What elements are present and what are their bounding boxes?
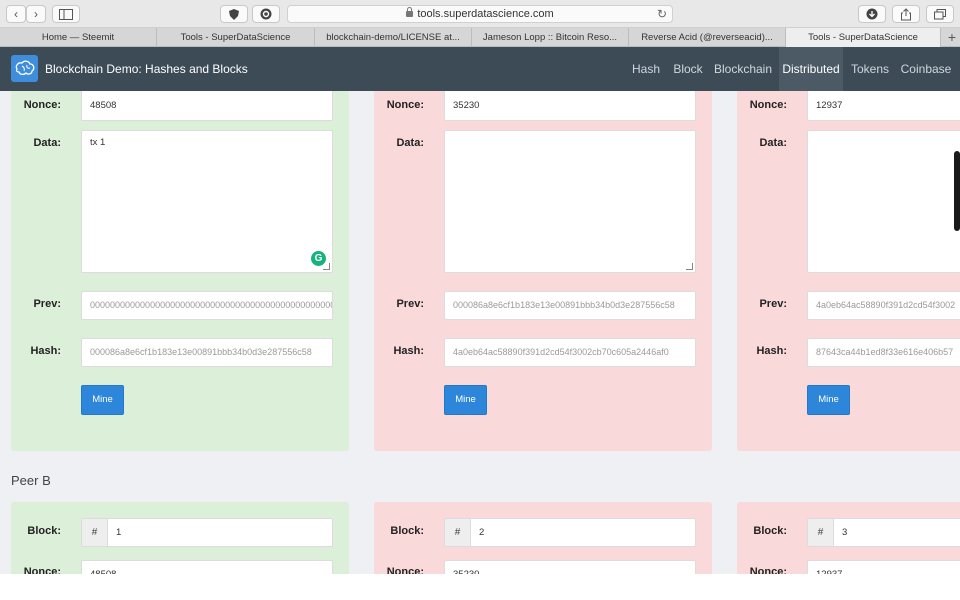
block-number-input[interactable]: 2 — [470, 518, 696, 547]
prev-label: Prev: — [33, 298, 61, 310]
lock-icon — [406, 7, 414, 17]
main-content: Nonce: 48508 Data: tx 1 G Prev: 00000000… — [0, 91, 960, 574]
reload-icon[interactable]: ↻ — [657, 6, 667, 22]
browser-tab-strip: Home — Steemit Tools - SuperDataScience … — [0, 28, 960, 47]
data-label: Data: — [396, 137, 424, 149]
data-text: tx 1 — [90, 137, 106, 148]
hash-sign-addon: # — [81, 518, 107, 547]
nonce-label: Nonce: — [749, 99, 787, 111]
tabs-icon — [934, 9, 946, 20]
block-card-peer-a-1: Nonce: 48508 Data: tx 1 G Prev: 00000000… — [11, 91, 349, 451]
nonce-input[interactable]: 48508 — [81, 91, 333, 121]
brain-logo-icon[interactable] — [11, 55, 38, 82]
nonce-label: Nonce: — [386, 566, 424, 574]
data-textarea[interactable] — [807, 130, 960, 273]
chevron-left-icon: ‹ — [14, 7, 18, 21]
page-title[interactable]: Blockchain Demo: Hashes and Blocks — [45, 47, 248, 91]
browser-tab[interactable]: Reverse Acid (@reverseacid)... — [629, 28, 786, 47]
mine-button[interactable]: Mine — [807, 385, 850, 415]
prev-hash-input[interactable]: 000086a8e6cf1b183e13e00891bbb34b0d3e2875… — [444, 291, 696, 320]
app-navbar: Blockchain Demo: Hashes and Blocks Hash … — [0, 47, 960, 91]
download-icon — [866, 8, 878, 20]
prev-label: Prev: — [396, 298, 424, 310]
nonce-input[interactable]: 12937 — [807, 560, 960, 574]
hash-sign-addon: # — [807, 518, 833, 547]
data-textarea[interactable] — [444, 130, 696, 273]
grammarly-icon — [260, 8, 272, 20]
grammarly-extension-button[interactable] — [252, 5, 280, 23]
resize-handle-icon[interactable] — [686, 263, 693, 270]
url-text: tools.superdatascience.com — [417, 8, 554, 20]
block-label: Block: — [27, 525, 61, 537]
nonce-input[interactable]: 35230 — [444, 560, 696, 574]
hash-label: Hash: — [756, 345, 787, 357]
share-button[interactable] — [892, 5, 920, 23]
nonce-label: Nonce: — [749, 566, 787, 574]
hash-output: 87643ca44b1ed8f33e616e406b57 — [807, 338, 960, 367]
browser-tab[interactable]: blockchain-demo/LICENSE at... — [315, 28, 472, 47]
browser-tab-active[interactable]: Tools - SuperDataScience — [786, 28, 941, 47]
block-number-input[interactable]: 3 — [833, 518, 960, 547]
nav-item-hash[interactable]: Hash — [626, 47, 666, 91]
prev-hash-input[interactable]: 4a0eb64ac58890f391d2cd54f3002 — [807, 291, 960, 320]
mine-button[interactable]: Mine — [444, 385, 487, 415]
browser-tab[interactable]: Home — Steemit — [0, 28, 157, 47]
data-textarea[interactable]: tx 1 G — [81, 130, 333, 273]
downloads-button[interactable] — [858, 5, 886, 23]
nonce-label: Nonce: — [23, 99, 61, 111]
nonce-input[interactable]: 12937 — [807, 91, 960, 121]
forward-button[interactable]: › — [26, 5, 46, 23]
block-label: Block: — [390, 525, 424, 537]
chevron-right-icon: › — [34, 7, 38, 21]
hash-output: 4a0eb64ac58890f391d2cd54f3002cb70c605a24… — [444, 338, 696, 367]
data-label: Data: — [33, 137, 61, 149]
hash-label: Hash: — [30, 345, 61, 357]
address-bar[interactable]: tools.superdatascience.com ↻ — [287, 5, 673, 23]
sidebar-icon — [59, 9, 73, 20]
nav-item-block[interactable]: Block — [668, 47, 708, 91]
block-card-peer-a-3: Nonce: 12937 Data: Prev: 4a0eb64ac58890f… — [737, 91, 960, 451]
mine-button[interactable]: Mine — [81, 385, 124, 415]
nonce-input[interactable]: 35230 — [444, 91, 696, 121]
hash-output: 000086a8e6cf1b183e13e00891bbb34b0d3e2875… — [81, 338, 333, 367]
browser-toolbar: ‹ › tools.superdatascience.com ↻ — [0, 0, 960, 28]
block-label: Block: — [753, 525, 787, 537]
prev-hash-input[interactable]: 0000000000000000000000000000000000000000… — [81, 291, 333, 320]
sidebar-toggle-button[interactable] — [52, 5, 80, 23]
browser-tab[interactable]: Jameson Lopp :: Bitcoin Reso... — [472, 28, 629, 47]
nonce-label: Nonce: — [23, 566, 61, 574]
hash-label: Hash: — [393, 345, 424, 357]
nonce-input[interactable]: 48508 — [81, 560, 333, 574]
block-card-peer-b-3: Block: # 3 Nonce: 12937 — [737, 502, 960, 574]
back-button[interactable]: ‹ — [6, 5, 26, 23]
page-bottom-edge — [0, 574, 960, 600]
new-tab-button[interactable]: + — [948, 28, 956, 47]
nav-item-coinbase[interactable]: Coinbase — [897, 47, 955, 91]
share-icon — [901, 8, 911, 21]
shield-icon — [229, 9, 239, 20]
data-label: Data: — [759, 137, 787, 149]
tabs-overview-button[interactable] — [926, 5, 954, 23]
block-card-peer-b-1: Block: # 1 Nonce: 48508 — [11, 502, 349, 574]
nav-item-distributed[interactable]: Distributed — [779, 47, 843, 91]
nav-item-blockchain[interactable]: Blockchain — [710, 47, 776, 91]
resize-handle-icon[interactable] — [323, 263, 330, 270]
hash-sign-addon: # — [444, 518, 470, 547]
browser-tab[interactable]: Tools - SuperDataScience — [157, 28, 315, 47]
block-card-peer-a-2: Nonce: 35230 Data: Prev: 000086a8e6cf1b1… — [374, 91, 712, 451]
peer-b-heading: Peer B — [11, 473, 51, 488]
nav-item-tokens[interactable]: Tokens — [846, 47, 894, 91]
block-number-input[interactable]: 1 — [107, 518, 333, 547]
prev-label: Prev: — [759, 298, 787, 310]
block-card-peer-b-2: Block: # 2 Nonce: 35230 — [374, 502, 712, 574]
page-scrollbar[interactable] — [954, 151, 960, 231]
nonce-label: Nonce: — [386, 99, 424, 111]
privacy-button[interactable] — [220, 5, 248, 23]
